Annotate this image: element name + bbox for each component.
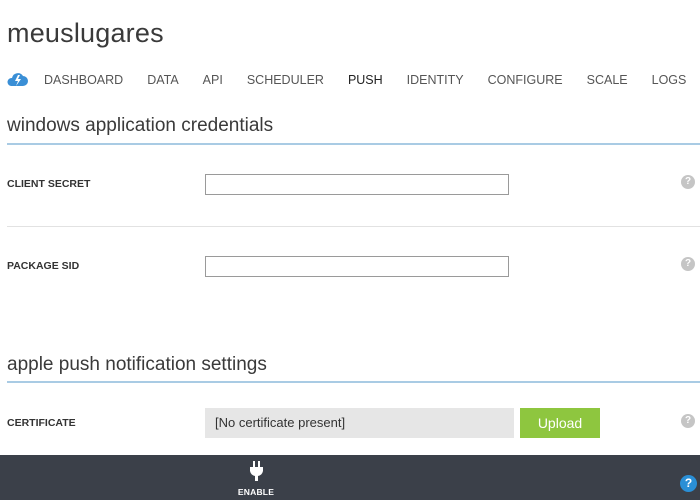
certificate-help-icon[interactable]: ?: [681, 414, 695, 428]
tab-configure[interactable]: CONFIGURE: [488, 73, 563, 87]
page-title: meuslugares: [7, 18, 164, 48]
section-divider: [7, 381, 700, 383]
nav-bar: DASHBOARD DATA API SCHEDULER PUSH IDENTI…: [7, 68, 700, 92]
tab-scale[interactable]: SCALE: [587, 73, 628, 87]
section-divider: [7, 143, 700, 145]
apple-push-heading: apple push notification settings: [7, 354, 267, 375]
tab-api[interactable]: API: [203, 73, 223, 87]
plug-icon: [250, 461, 263, 481]
client-secret-input[interactable]: [205, 174, 509, 195]
package-sid-help-icon[interactable]: ?: [681, 257, 695, 271]
row-divider: [7, 226, 700, 227]
enable-button[interactable]: ENABLE: [234, 460, 278, 500]
tab-scheduler[interactable]: SCHEDULER: [247, 73, 324, 87]
windows-credentials-heading: windows application credentials: [7, 115, 274, 136]
tab-data[interactable]: DATA: [147, 73, 178, 87]
tab-logs[interactable]: LOGS: [652, 73, 687, 87]
enable-label: ENABLE: [237, 487, 275, 497]
certificate-label: CERTIFICATE: [7, 417, 76, 429]
tab-push[interactable]: PUSH: [348, 73, 383, 87]
client-secret-help-icon[interactable]: ?: [681, 175, 695, 189]
command-bar: ENABLE ?: [0, 455, 700, 500]
upload-button[interactable]: Upload: [520, 408, 600, 438]
certificate-status-field: [No certificate present]: [205, 408, 514, 438]
tab-identity[interactable]: IDENTITY: [407, 73, 464, 87]
mobile-services-cloud-icon[interactable]: [7, 70, 29, 90]
package-sid-label: PACKAGE SID: [7, 260, 80, 272]
help-icon[interactable]: ?: [680, 475, 697, 492]
client-secret-label: CLIENT SECRET: [7, 178, 91, 190]
package-sid-input[interactable]: [205, 256, 509, 277]
tab-dashboard[interactable]: DASHBOARD: [44, 73, 123, 87]
